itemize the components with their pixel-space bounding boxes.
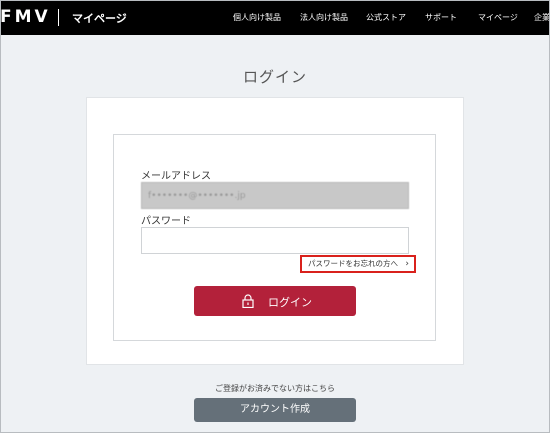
password-label: パスワード <box>141 216 191 227</box>
main-nav: 個人向け製品 法人向け製品 公式ストア サポート マイページ 企業 <box>0 12 550 26</box>
password-field[interactable] <box>141 227 409 254</box>
forgot-password-label: パスワードをお忘れの方へ <box>308 259 398 268</box>
nav-item-official-store[interactable]: 公式ストア <box>366 12 406 23</box>
page-title: ログイン <box>242 68 307 86</box>
login-button-label: ログイン <box>268 296 312 309</box>
nav-item-corporate[interactable]: 企業 <box>534 12 550 23</box>
nav-item-business-products[interactable]: 法人向け製品 <box>300 12 348 23</box>
login-button[interactable]: ログイン <box>194 286 356 316</box>
top-navigation-bar: FMV マイページ 個人向け製品 法人向け製品 公式ストア サポート マイページ… <box>0 0 550 35</box>
chevron-right-icon: › <box>405 259 409 269</box>
email-field[interactable] <box>141 182 409 209</box>
signup-prompt: ご登録がお済みでない方はこちら <box>215 384 335 393</box>
nav-item-mypage[interactable]: マイページ <box>478 12 518 23</box>
email-label: メールアドレス <box>141 171 211 182</box>
create-account-button[interactable]: アカウント作成 <box>194 398 356 422</box>
nav-item-personal-products[interactable]: 個人向け製品 <box>233 12 281 23</box>
forgot-password-link[interactable]: パスワードをお忘れの方へ › <box>300 255 416 273</box>
nav-item-support[interactable]: サポート <box>425 12 457 23</box>
lock-icon <box>242 294 254 308</box>
